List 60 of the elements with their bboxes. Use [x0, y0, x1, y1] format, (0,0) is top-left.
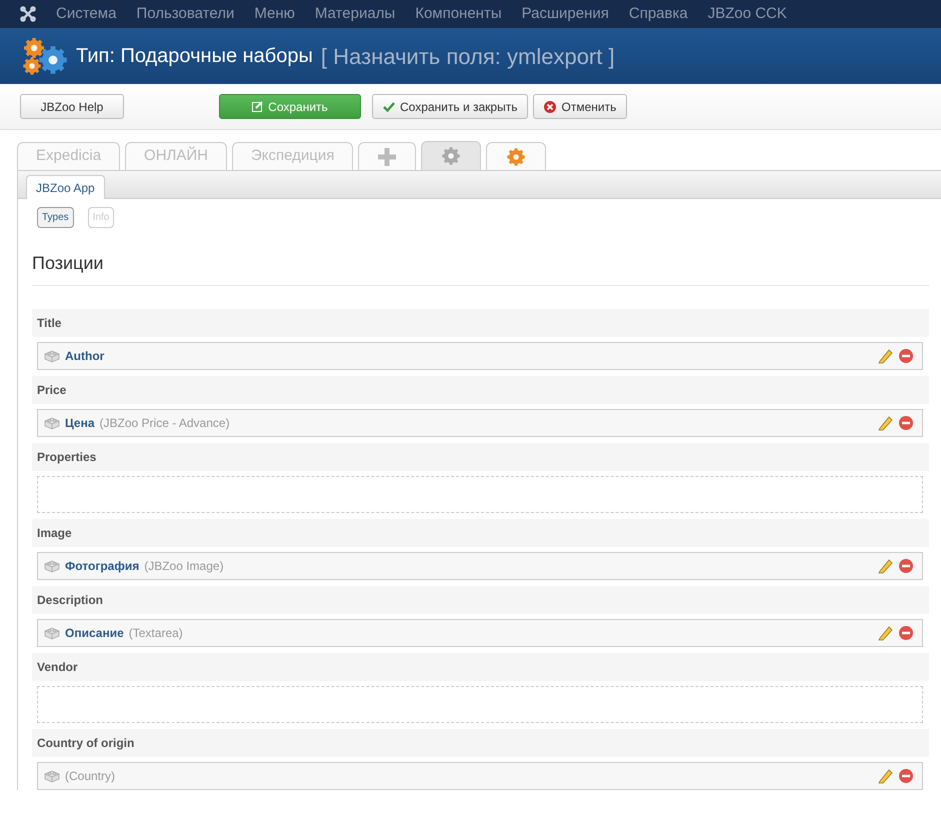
gear-icon: [505, 146, 528, 168]
page-subtitle: [ Назначить поля: ymlexport ]: [320, 42, 615, 71]
remove-icon[interactable]: [898, 768, 914, 784]
cancel-icon: [544, 100, 556, 112]
position-label: Vendor: [32, 653, 929, 681]
field-name: Описание: [65, 625, 124, 642]
field-type: (JBZoo Price - Advance): [100, 415, 230, 432]
field-row[interactable]: Цена (JBZoo Price - Advance): [37, 409, 923, 437]
field-name: Фотография: [65, 558, 140, 575]
remove-icon[interactable]: [898, 415, 914, 431]
menu-item[interactable]: JBZoo CCK: [708, 2, 787, 26]
position-label: Properties: [32, 443, 929, 471]
position-label: Description: [32, 586, 929, 614]
gear-icon: [440, 145, 462, 167]
field-row[interactable]: (Country): [37, 762, 923, 790]
edit-icon[interactable]: [877, 768, 893, 784]
cancel-button[interactable]: Отменить: [533, 94, 628, 119]
sub-tab[interactable]: JBZoo App: [26, 175, 105, 199]
field-type: (Textarea): [128, 625, 183, 642]
block-icon: [44, 769, 60, 783]
field-row[interactable]: Author: [37, 342, 923, 370]
block-icon: [44, 349, 60, 363]
edit-icon[interactable]: [877, 415, 893, 431]
save-button[interactable]: Сохранить: [219, 94, 361, 119]
position-label: Price: [32, 376, 929, 404]
field-row[interactable]: Фотография (JBZoo Image): [37, 552, 923, 580]
menu-item[interactable]: Компоненты: [415, 2, 502, 26]
check-icon: [383, 101, 395, 112]
menu-item[interactable]: Материалы: [314, 2, 396, 26]
plus-icon: [377, 146, 398, 166]
remove-icon[interactable]: [898, 625, 914, 641]
save-close-button[interactable]: Сохранить и закрыть: [372, 94, 528, 119]
field-type: (Country): [65, 768, 116, 785]
edit-icon[interactable]: [877, 625, 893, 641]
help-button[interactable]: JBZoo Help: [20, 94, 124, 119]
menu-item[interactable]: Система: [56, 2, 116, 26]
block-icon: [44, 626, 60, 640]
block-icon: [44, 416, 60, 430]
menu-item[interactable]: Справка: [628, 2, 688, 26]
remove-icon[interactable]: [898, 348, 914, 364]
page-title: Тип: Подарочные наборы: [76, 44, 313, 69]
field-type: (JBZoo Image): [144, 558, 224, 575]
field-name: Author: [65, 348, 104, 365]
section-title: Позиции: [32, 250, 929, 286]
edit-icon: [252, 101, 264, 112]
menu-item[interactable]: Меню: [254, 2, 295, 26]
remove-icon[interactable]: [898, 558, 914, 574]
edit-icon[interactable]: [877, 558, 893, 574]
position-label: Image: [32, 519, 929, 547]
app-tab[interactable]: [421, 141, 482, 170]
edit-icon[interactable]: [877, 348, 893, 364]
field-name: Цена: [65, 415, 95, 432]
menu-item[interactable]: Пользователи: [136, 2, 234, 26]
app-tab[interactable]: [486, 142, 546, 170]
field-row[interactable]: Описание (Textarea): [37, 619, 923, 647]
block-icon: [44, 559, 60, 573]
position-label: Title: [32, 309, 929, 337]
nav-pill[interactable]: Types: [37, 207, 74, 228]
menu-item[interactable]: Расширения: [522, 2, 609, 26]
position-label: Country of origin: [32, 729, 929, 757]
